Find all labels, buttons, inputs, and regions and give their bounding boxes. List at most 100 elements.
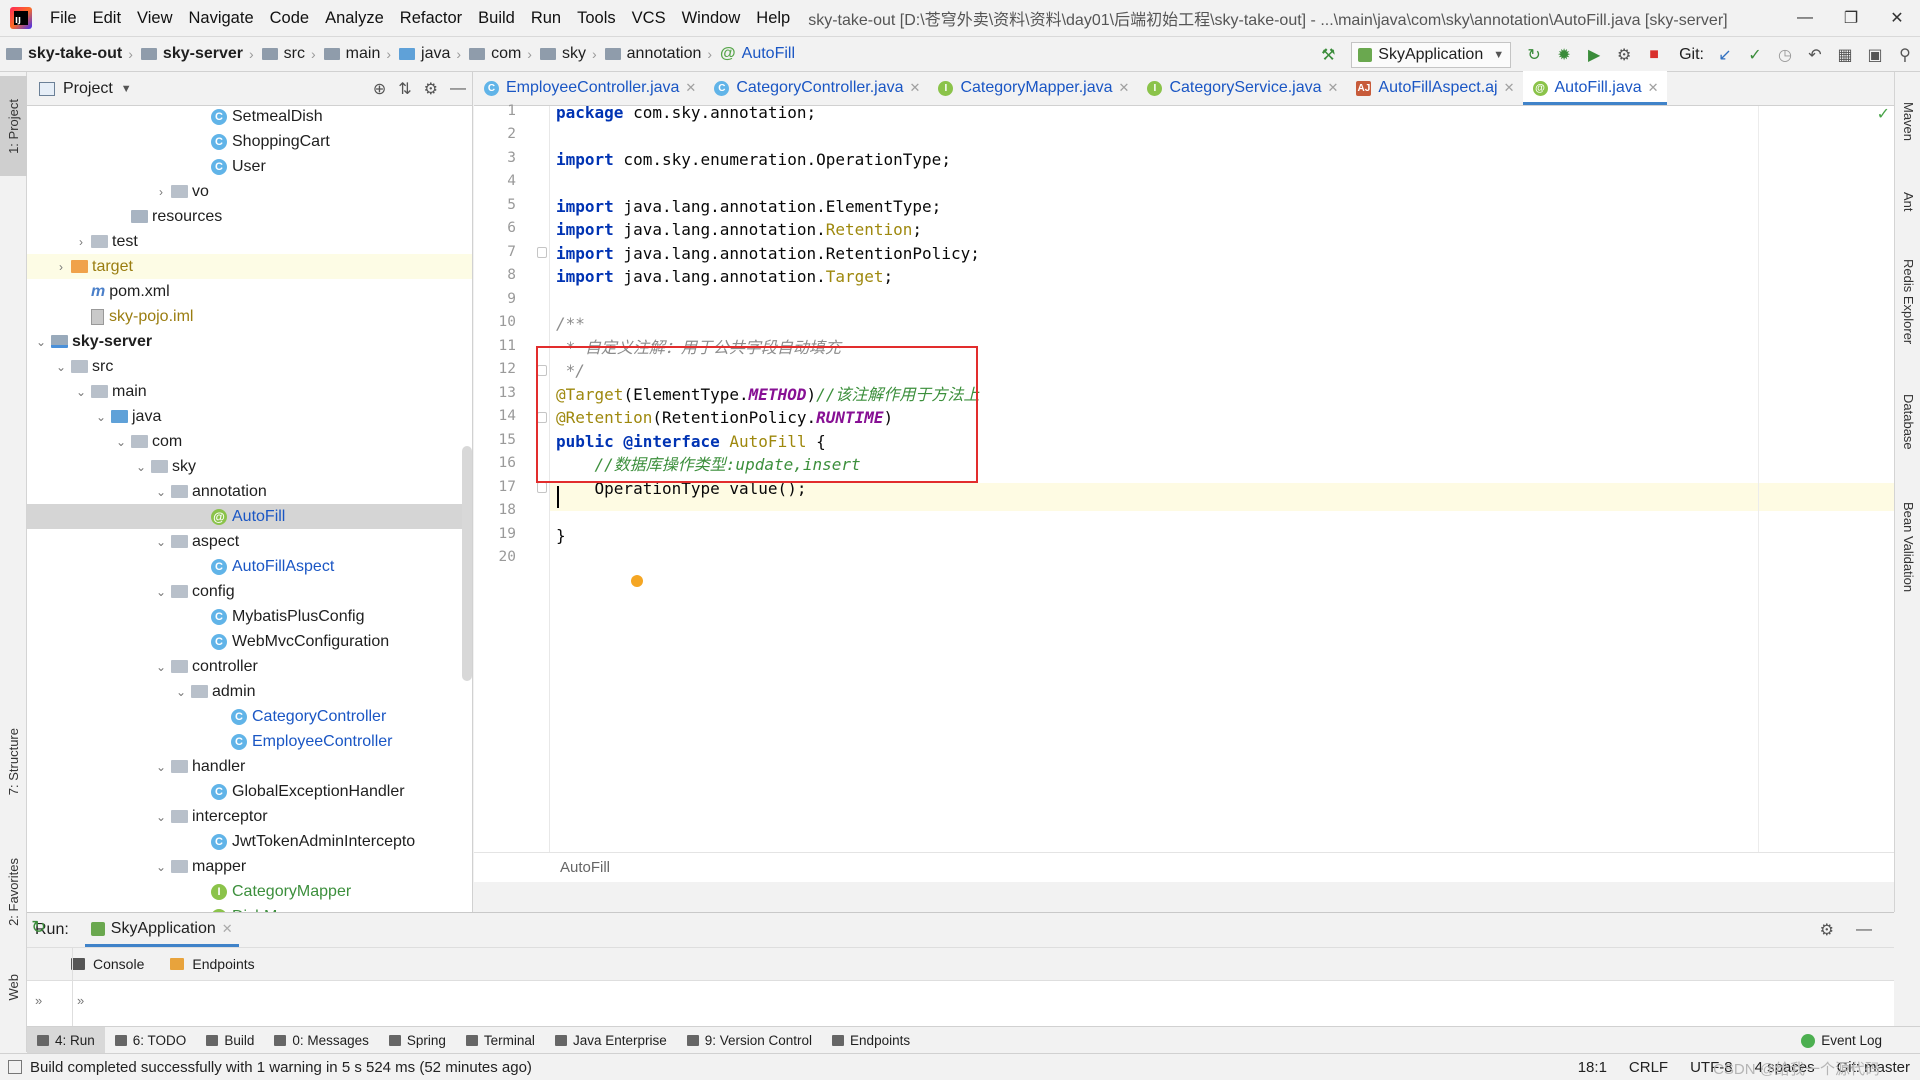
bottom-tab[interactable]: Build xyxy=(196,1027,264,1054)
tree-item[interactable]: C EmployeeController xyxy=(27,729,472,754)
chevron-down-icon[interactable]: ⌄ xyxy=(153,660,169,674)
minimize-icon[interactable]: — xyxy=(1782,0,1828,36)
editor-tab[interactable]: @ AutoFill.java ✕ xyxy=(1522,71,1667,105)
tree-item[interactable]: C ShoppingCart xyxy=(27,129,472,154)
tree-item[interactable]: C User xyxy=(27,154,472,179)
close-icon[interactable]: ✕ xyxy=(685,80,696,96)
tree-item[interactable]: C AutoFillAspect xyxy=(27,554,472,579)
coverage-icon[interactable]: ▶ xyxy=(1579,40,1609,70)
tree-item[interactable]: ⌄ annotation xyxy=(27,479,472,504)
lightbulb-icon[interactable] xyxy=(631,575,643,587)
tree-item[interactable]: › vo xyxy=(27,179,472,204)
bottom-tab[interactable]: 4: Run xyxy=(27,1026,105,1054)
bottom-tab[interactable]: Endpoints xyxy=(822,1027,920,1054)
menu-vcs[interactable]: VCS xyxy=(624,0,674,36)
menu-run[interactable]: Run xyxy=(523,0,569,36)
breadcrumb-src[interactable]: src xyxy=(256,45,309,63)
breadcrumb-project[interactable]: sky-take-out xyxy=(0,45,126,63)
chevron-right-icon[interactable]: › xyxy=(153,185,169,199)
close-icon[interactable]: ✕ xyxy=(910,80,921,96)
chevron-down-icon[interactable]: ⌄ xyxy=(153,760,169,774)
close-icon[interactable]: ✕ xyxy=(1119,80,1130,96)
endpoints-tab[interactable]: Endpoints xyxy=(170,956,255,972)
editor-tab[interactable]: AJ AutoFillAspect.aj ✕ xyxy=(1346,71,1522,105)
menu-help[interactable]: Help xyxy=(748,0,798,36)
close-icon[interactable]: ✕ xyxy=(1874,0,1920,36)
tree-item[interactable]: @ AutoFill xyxy=(27,504,472,529)
breadcrumb-module[interactable]: sky-server xyxy=(135,45,247,63)
line-number-gutter[interactable]: 1 2 3 4 5 6 7 8 9 10 11 12 13 14 15 16 17 18 19 20 xyxy=(474,103,550,882)
gear-icon[interactable]: ⚙ xyxy=(424,79,438,99)
rerun-icon[interactable]: ↻ xyxy=(31,917,46,938)
bottom-tab[interactable]: Java Enterprise xyxy=(545,1027,677,1054)
menu-file[interactable]: File xyxy=(42,0,85,36)
chevron-down-icon[interactable]: ⌄ xyxy=(173,685,189,699)
fold-marker-icon[interactable] xyxy=(537,247,547,258)
tree-item[interactable]: ⌄ aspect xyxy=(27,529,472,554)
bottom-tab[interactable]: 0: Messages xyxy=(264,1027,379,1054)
editor-tab[interactable]: I CategoryService.java ✕ xyxy=(1137,71,1346,105)
chevron-down-icon[interactable]: ▼ xyxy=(121,83,132,95)
expand-icon[interactable]: » xyxy=(35,993,42,1008)
tree-item[interactable]: resources xyxy=(27,204,472,229)
tree-item[interactable]: ⌄ sky-server xyxy=(27,329,472,354)
caret-position[interactable]: 18:1 xyxy=(1578,1059,1607,1076)
tree-item[interactable]: ⌄ controller xyxy=(27,654,472,679)
tree-item[interactable]: ⌄ config xyxy=(27,579,472,604)
status-message[interactable]: Build completed successfully with 1 warn… xyxy=(30,1059,532,1076)
chevron-right-icon[interactable]: › xyxy=(53,260,69,274)
presentation-icon[interactable]: ▣ xyxy=(1860,40,1890,70)
tree-item[interactable]: C GlobalExceptionHandler xyxy=(27,779,472,804)
close-icon[interactable]: ✕ xyxy=(1504,80,1515,96)
console-tab[interactable]: Console xyxy=(71,956,144,972)
breadcrumb-com[interactable]: com xyxy=(463,45,525,63)
tree-item[interactable]: I CategoryMapper xyxy=(27,879,472,904)
tree-item[interactable]: ⌄ mapper xyxy=(27,854,472,879)
chevron-down-icon[interactable]: ⌄ xyxy=(153,535,169,549)
build-hammer-icon[interactable]: ⚒ xyxy=(1313,40,1343,70)
tree-item[interactable]: › target xyxy=(27,254,472,279)
hide-icon[interactable]: — xyxy=(450,80,466,98)
bottom-tab[interactable]: Terminal xyxy=(456,1027,545,1054)
code-editor[interactable]: 1 2 3 4 5 6 7 8 9 10 11 12 13 14 15 16 17 18 19 20 package … xyxy=(474,103,1894,882)
chevron-down-icon[interactable]: ⌄ xyxy=(33,335,49,349)
chevron-down-icon[interactable]: ⌄ xyxy=(73,385,89,399)
git-commit-icon[interactable]: ✓ xyxy=(1740,40,1770,70)
breadcrumb-autofill[interactable]: @ AutoFill xyxy=(714,45,799,63)
tree-item[interactable]: C SetmealDish xyxy=(27,106,472,129)
tool-window-bean-validation[interactable]: Bean Validation xyxy=(1895,477,1920,617)
tool-window-project[interactable]: 1: Project xyxy=(0,76,27,176)
bottom-tab[interactable]: 9: Version Control xyxy=(677,1027,822,1054)
line-separator[interactable]: CRLF xyxy=(1629,1059,1668,1076)
stop-icon[interactable]: ■ xyxy=(1639,40,1669,70)
menu-window[interactable]: Window xyxy=(674,0,749,36)
gear-icon[interactable]: ⚙ xyxy=(1820,920,1834,940)
breadcrumb-java[interactable]: java xyxy=(393,45,454,63)
tool-window-structure[interactable]: 7: Structure xyxy=(0,712,27,812)
project-structure-icon[interactable]: ▦ xyxy=(1830,40,1860,70)
tool-window-ant[interactable]: Ant xyxy=(1895,172,1920,232)
menu-edit[interactable]: Edit xyxy=(85,0,129,36)
rerun-icon[interactable]: ↻ xyxy=(1519,40,1549,70)
bottom-tab[interactable]: 6: TODO xyxy=(105,1027,197,1054)
tree-item[interactable]: ⌄ sky xyxy=(27,454,472,479)
chevron-down-icon[interactable]: ⌄ xyxy=(53,360,69,374)
breadcrumb-sky[interactable]: sky xyxy=(534,45,590,63)
menu-tools[interactable]: Tools xyxy=(569,0,624,36)
tool-window-web[interactable]: Web xyxy=(0,952,27,1022)
restore-icon[interactable]: ❐ xyxy=(1828,0,1874,36)
tree-item[interactable]: IDishMapper xyxy=(27,904,472,912)
chevron-down-icon[interactable]: ⌄ xyxy=(153,485,169,499)
debug-bug-icon[interactable]: ✹ xyxy=(1549,40,1579,70)
editor-breadcrumb[interactable]: AutoFill xyxy=(474,852,1894,882)
tool-window-redis-explorer[interactable]: Redis Explorer xyxy=(1895,237,1920,367)
tree-item[interactable]: ⌄ handler xyxy=(27,754,472,779)
menu-view[interactable]: View xyxy=(129,0,180,36)
profile-icon[interactable]: ⚙ xyxy=(1609,40,1639,70)
run-config-select[interactable]: SkyApplication ▼ xyxy=(1351,42,1512,68)
chevron-right-icon[interactable]: › xyxy=(73,235,89,249)
tool-window-maven[interactable]: Maven xyxy=(1895,82,1920,162)
tree-item[interactable]: › test xyxy=(27,229,472,254)
breadcrumb-annotation[interactable]: annotation xyxy=(599,45,706,63)
menu-code[interactable]: Code xyxy=(262,0,317,36)
